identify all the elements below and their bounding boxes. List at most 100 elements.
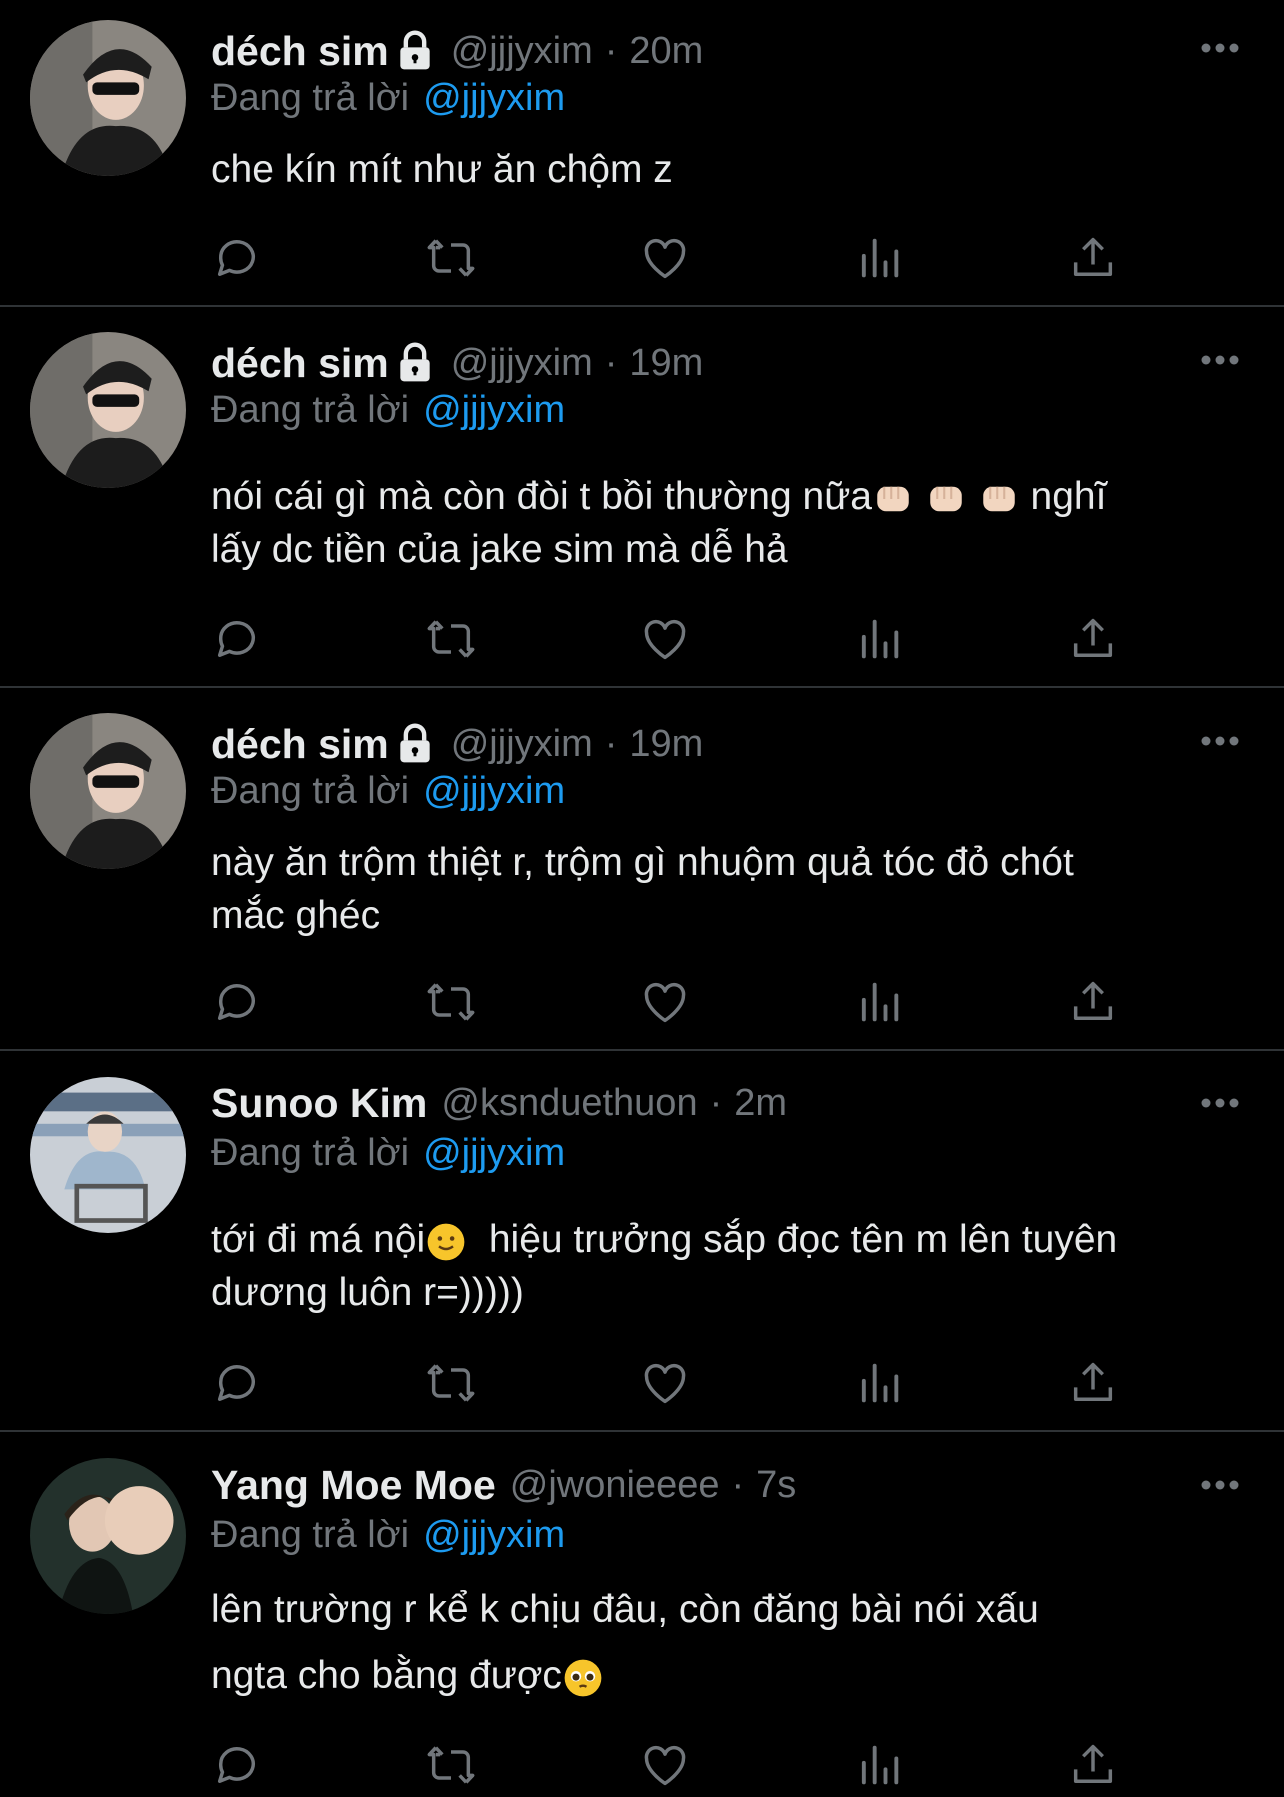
share-icon[interactable]	[1067, 613, 1119, 665]
views-icon[interactable]	[853, 232, 905, 284]
divider	[0, 1430, 1284, 1432]
reply-prefix: Đang trả lời	[211, 77, 410, 119]
separator-dot: ·	[709, 1081, 723, 1124]
action-bar	[211, 232, 1131, 284]
reply-prefix: Đang trả lời	[211, 1132, 410, 1174]
handle[interactable]: @jjjyxim	[451, 30, 593, 73]
tweet-text: lên trường r kể k chịu đâu, còn đăng bài…	[211, 1577, 1251, 1709]
lock-icon	[400, 342, 430, 382]
replying-to: Đang trả lời @jjjyxim	[211, 1514, 565, 1557]
display-name[interactable]: déch sim	[211, 721, 389, 768]
views-icon[interactable]	[853, 976, 905, 1028]
display-name[interactable]: déch sim	[211, 340, 389, 387]
tweet-header: déch sim @jjjyxim · 19m	[211, 719, 703, 769]
share-icon[interactable]	[1067, 976, 1119, 1028]
reply-icon[interactable]	[211, 613, 263, 665]
avatar[interactable]	[30, 332, 186, 488]
tweet-header: déch sim @jjjyxim · 20m	[211, 26, 703, 76]
handle[interactable]: @jjjyxim	[451, 723, 593, 766]
divider	[0, 1049, 1284, 1051]
text-segment: nói cái gì mà còn đòi t bồi thường nữa	[211, 475, 873, 518]
views-icon[interactable]	[853, 1739, 905, 1791]
display-name[interactable]: Yang Moe Moe	[211, 1462, 496, 1509]
text-segment	[967, 475, 978, 518]
like-icon[interactable]	[639, 976, 691, 1028]
action-bar	[211, 976, 1131, 1028]
reply-prefix: Đang trả lời	[211, 770, 410, 812]
timestamp[interactable]: 2m	[734, 1082, 787, 1125]
action-bar	[211, 1739, 1131, 1791]
timestamp[interactable]: 19m	[629, 342, 703, 385]
tweet-text: che kín mít như ăn chộm z	[211, 148, 673, 191]
more-icon[interactable]	[1200, 1479, 1240, 1491]
timestamp[interactable]: 19m	[629, 723, 703, 766]
more-icon[interactable]	[1200, 354, 1240, 366]
reply-icon[interactable]	[211, 1739, 263, 1791]
reply-prefix: Đang trả lời	[211, 389, 410, 431]
avatar[interactable]	[30, 1458, 186, 1614]
lock-icon	[400, 723, 430, 763]
reply-mention[interactable]: @jjjyxim	[423, 1514, 565, 1556]
divider	[0, 305, 1284, 307]
more-icon[interactable]	[1200, 1097, 1240, 1109]
retweet-icon[interactable]	[425, 1357, 477, 1409]
action-bar	[211, 613, 1131, 665]
reply-icon[interactable]	[211, 976, 263, 1028]
pleading-face-emoji-icon	[564, 1659, 602, 1697]
reply-mention[interactable]: @jjjyxim	[423, 770, 565, 812]
like-icon[interactable]	[639, 1357, 691, 1409]
tweet-header: Sunoo Kim @ksnduethuon · 2m	[211, 1078, 787, 1128]
more-icon[interactable]	[1200, 42, 1240, 54]
display-name[interactable]: déch sim	[211, 28, 389, 75]
tweet-text: nói cái gì mà còn đòi t bồi thường nữa n…	[211, 470, 1251, 576]
text-segment: lên trường r kể k chịu đâu, còn đăng bài…	[211, 1588, 1039, 1697]
separator-dot: ·	[604, 341, 618, 384]
action-bar	[211, 1357, 1131, 1409]
tweet-header: déch sim @jjjyxim · 19m	[211, 338, 703, 388]
retweet-icon[interactable]	[425, 232, 477, 284]
reply-icon[interactable]	[211, 1357, 263, 1409]
like-icon[interactable]	[639, 232, 691, 284]
reply-icon[interactable]	[211, 232, 263, 284]
replying-to: Đang trả lời @jjjyxim	[211, 1132, 565, 1175]
more-icon[interactable]	[1200, 735, 1240, 747]
share-icon[interactable]	[1067, 232, 1119, 284]
lock-icon	[400, 30, 430, 70]
avatar[interactable]	[30, 20, 186, 176]
replying-to: Đang trả lời @jjjyxim	[211, 770, 565, 813]
retweet-icon[interactable]	[425, 976, 477, 1028]
replying-to: Đang trả lời @jjjyxim	[211, 77, 565, 120]
fist-emoji-icon	[930, 486, 962, 511]
handle[interactable]: @ksnduethuon	[441, 1082, 697, 1125]
separator-dot: ·	[604, 29, 618, 72]
reply-mention[interactable]: @jjjyxim	[423, 77, 565, 119]
replying-to: Đang trả lời @jjjyxim	[211, 389, 565, 432]
share-icon[interactable]	[1067, 1357, 1119, 1409]
slight-smile-emoji-icon	[427, 1223, 465, 1261]
views-icon[interactable]	[853, 1357, 905, 1409]
tweet-header: Yang Moe Moe @jwonieeee · 7s	[211, 1460, 796, 1510]
fist-emoji-icon	[877, 486, 909, 511]
avatar[interactable]	[30, 713, 186, 869]
avatar[interactable]	[30, 1077, 186, 1233]
tweet-text: tới đi má nội hiệu trưởng sắp đọc tên m …	[211, 1213, 1251, 1319]
views-icon[interactable]	[853, 613, 905, 665]
like-icon[interactable]	[639, 1739, 691, 1791]
handle[interactable]: @jwonieeee	[510, 1464, 720, 1507]
retweet-icon[interactable]	[425, 613, 477, 665]
divider	[0, 686, 1284, 688]
text-segment: tới đi má nội	[211, 1218, 426, 1261]
tweet-text: này ăn trộm thiệt r, trộm gì nhuộm quả t…	[211, 841, 1074, 937]
reply-mention[interactable]: @jjjyxim	[423, 1132, 565, 1174]
handle[interactable]: @jjjyxim	[451, 342, 593, 385]
fist-emoji-icon	[982, 486, 1015, 511]
reply-mention[interactable]: @jjjyxim	[423, 389, 565, 431]
separator-dot: ·	[604, 722, 618, 765]
like-icon[interactable]	[639, 613, 691, 665]
share-icon[interactable]	[1067, 1739, 1119, 1791]
timestamp[interactable]: 7s	[756, 1464, 796, 1507]
retweet-icon[interactable]	[425, 1739, 477, 1791]
display-name[interactable]: Sunoo Kim	[211, 1080, 427, 1127]
timestamp[interactable]: 20m	[629, 30, 703, 73]
reply-prefix: Đang trả lời	[211, 1514, 410, 1556]
